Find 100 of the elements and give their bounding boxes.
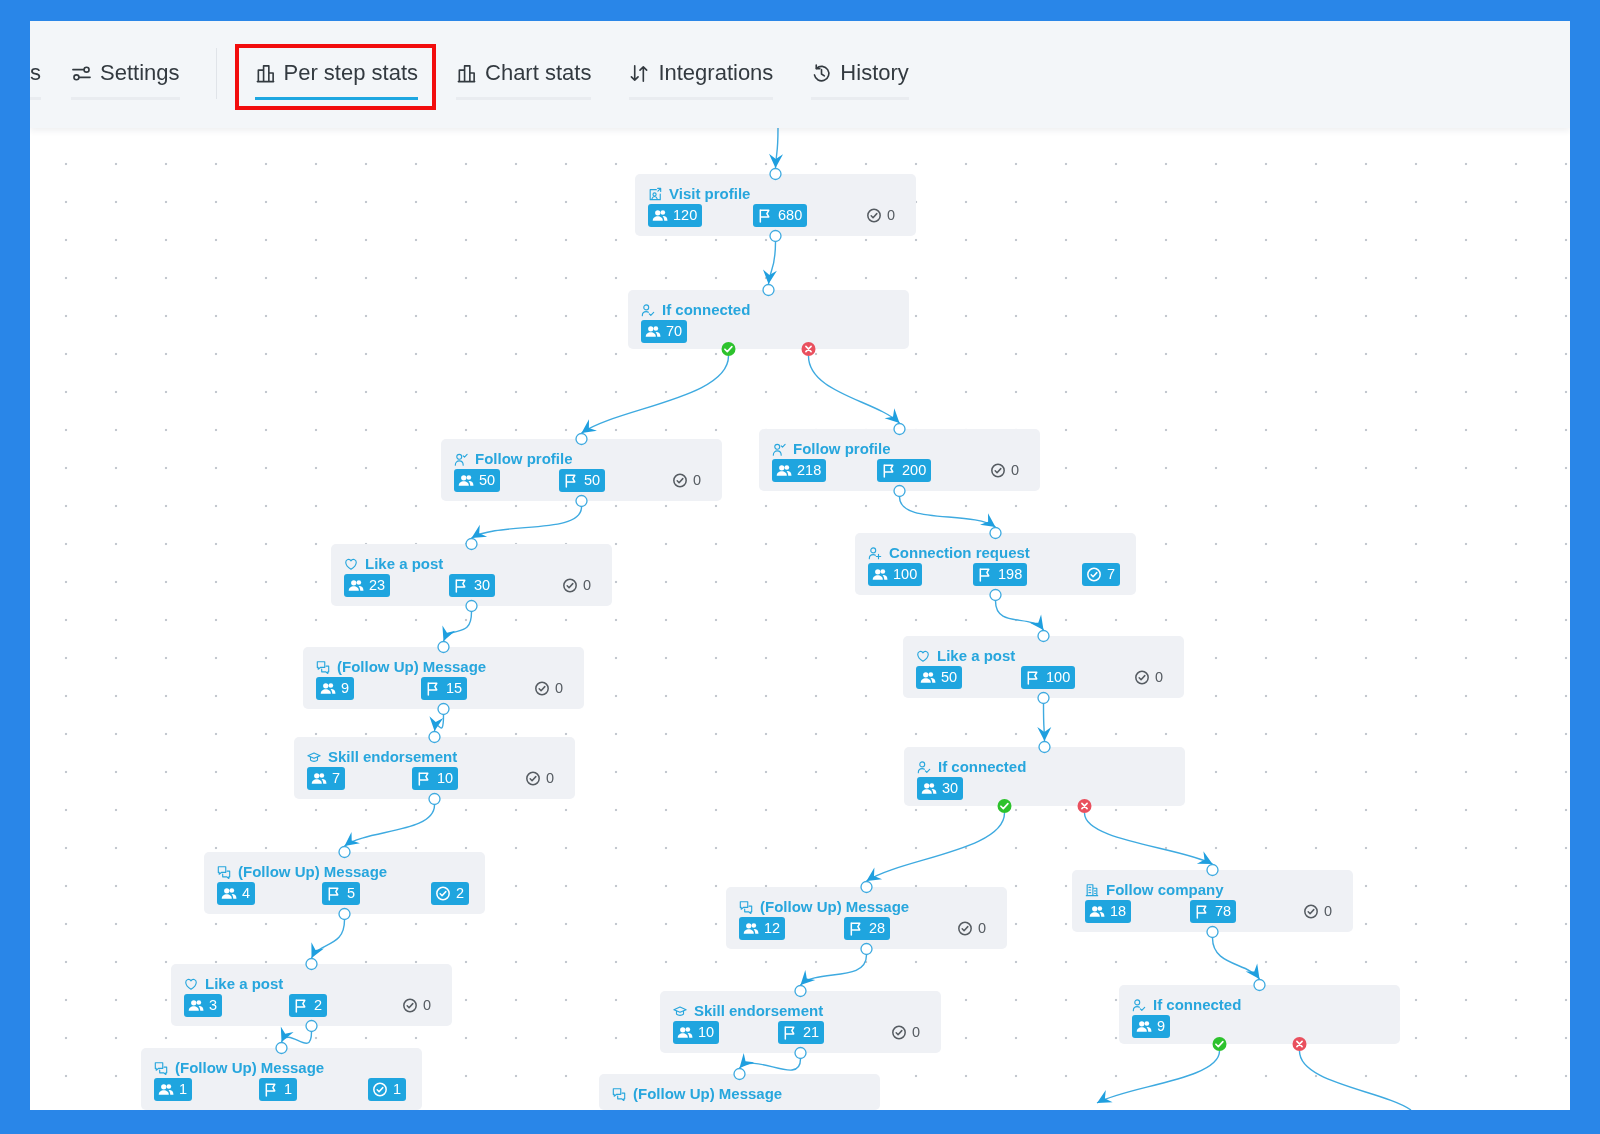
tab[interactable]: s bbox=[30, 60, 41, 100]
tab[interactable]: History bbox=[811, 60, 909, 100]
bar-chart-icon bbox=[456, 62, 477, 84]
port-handle[interactable] bbox=[860, 942, 873, 956]
tick-dot-icon[interactable] bbox=[997, 799, 1012, 813]
completed-count: 0 bbox=[1011, 461, 1020, 480]
contacts-count: 70 bbox=[666, 322, 683, 341]
people-icon bbox=[348, 578, 364, 593]
step-card[interactable]: (Follow Up) Message 12 28 0 bbox=[726, 887, 1007, 949]
port-handle[interactable] bbox=[762, 283, 775, 297]
step-card[interactable]: Follow profile 50 50 0 bbox=[441, 439, 722, 501]
port-handle[interactable] bbox=[860, 880, 873, 894]
flags-count: 1 bbox=[284, 1080, 293, 1099]
check-circle-icon bbox=[672, 473, 688, 488]
tick-dot-icon[interactable] bbox=[1212, 1037, 1227, 1051]
step-title: Like a post bbox=[365, 554, 444, 573]
port-handle[interactable] bbox=[769, 229, 782, 243]
step-title: If connected bbox=[1153, 995, 1242, 1014]
people-icon bbox=[652, 208, 668, 223]
step-title: (Follow Up) Message bbox=[238, 862, 388, 881]
port-handle[interactable] bbox=[1206, 863, 1219, 877]
port-handle[interactable] bbox=[893, 422, 906, 436]
step-card[interactable]: Like a post 3 2 0 bbox=[171, 964, 452, 1026]
port-handle[interactable] bbox=[769, 167, 782, 181]
port-handle[interactable] bbox=[437, 640, 450, 654]
person-check-icon bbox=[1132, 997, 1146, 1012]
people-icon bbox=[1136, 1019, 1152, 1034]
contacts-count: 10 bbox=[698, 1023, 715, 1042]
tab[interactable]: Per step stats bbox=[254, 60, 418, 100]
flags-count: 200 bbox=[902, 461, 927, 480]
people-icon bbox=[320, 681, 336, 696]
port-handle[interactable] bbox=[338, 907, 351, 921]
contacts-count: 9 bbox=[1157, 1017, 1166, 1036]
people-icon bbox=[920, 670, 936, 685]
port-handle[interactable] bbox=[305, 1019, 318, 1033]
connector-arrow bbox=[429, 714, 445, 732]
port-handle[interactable] bbox=[989, 526, 1002, 540]
step-card[interactable]: Follow profile 218 200 0 bbox=[759, 429, 1040, 491]
step-title: (Follow Up) Message bbox=[337, 657, 487, 676]
step-card[interactable]: Visit profile 120 680 0 bbox=[635, 174, 916, 236]
tick-dot-icon[interactable] bbox=[721, 342, 736, 356]
heart-icon bbox=[184, 976, 198, 991]
chat-bubbles-icon bbox=[217, 864, 231, 879]
port-handle[interactable] bbox=[428, 730, 441, 744]
step-title: If connected bbox=[938, 757, 1027, 776]
connector-arrow bbox=[763, 241, 777, 285]
port-handle[interactable] bbox=[733, 1067, 746, 1081]
check-circle-icon bbox=[435, 886, 451, 901]
step-card[interactable]: Skill endorsement 7 10 0 bbox=[294, 737, 575, 799]
check-circle-icon bbox=[990, 463, 1006, 478]
port-handle[interactable] bbox=[794, 1046, 807, 1060]
id-card-icon bbox=[648, 186, 662, 201]
port-handle[interactable] bbox=[465, 537, 478, 551]
contacts-count: 120 bbox=[673, 206, 698, 225]
connector-arrow bbox=[1211, 937, 1261, 980]
chat-bubbles-icon bbox=[316, 659, 330, 674]
completed-count: 2 bbox=[456, 884, 465, 903]
step-card[interactable]: Skill endorsement 10 21 0 bbox=[660, 991, 941, 1053]
port-handle[interactable] bbox=[575, 432, 588, 446]
step-card[interactable]: Like a post 50 100 0 bbox=[903, 636, 1184, 698]
port-handle[interactable] bbox=[1037, 629, 1050, 643]
cross-dot-icon[interactable] bbox=[801, 342, 816, 356]
step-title: If connected bbox=[662, 300, 751, 319]
step-card[interactable]: Like a post 23 30 0 bbox=[331, 544, 612, 606]
port-handle[interactable] bbox=[575, 494, 588, 508]
step-card[interactable]: Follow company 18 78 0 bbox=[1072, 870, 1353, 932]
tab[interactable]: Settings bbox=[71, 60, 180, 100]
port-handle[interactable] bbox=[1038, 740, 1051, 754]
people-icon bbox=[677, 1025, 693, 1040]
step-title: (Follow Up) Message bbox=[175, 1058, 325, 1077]
connector-arrow bbox=[442, 611, 473, 642]
tab[interactable]: Integrations bbox=[629, 60, 774, 100]
completed-count: 7 bbox=[1107, 565, 1116, 584]
step-title: Follow company bbox=[1106, 880, 1224, 899]
port-handle[interactable] bbox=[275, 1041, 288, 1055]
port-handle[interactable] bbox=[1037, 691, 1050, 705]
port-handle[interactable] bbox=[305, 957, 318, 971]
port-handle[interactable] bbox=[437, 702, 450, 716]
port-handle[interactable] bbox=[1253, 978, 1266, 992]
step-card[interactable]: (Follow Up) Message 9 15 0 bbox=[303, 647, 584, 709]
person-check-icon bbox=[641, 302, 655, 317]
port-handle[interactable] bbox=[794, 984, 807, 998]
port-handle[interactable] bbox=[465, 599, 478, 613]
port-handle[interactable] bbox=[989, 588, 1002, 602]
bar-chart-icon bbox=[254, 62, 276, 84]
cross-dot-icon[interactable] bbox=[1292, 1037, 1307, 1051]
connector-arrow bbox=[310, 919, 346, 959]
port-handle[interactable] bbox=[338, 845, 351, 859]
port-handle[interactable] bbox=[1206, 925, 1219, 939]
check-circle-icon bbox=[1086, 567, 1102, 582]
completed-count: 0 bbox=[1155, 668, 1164, 687]
people-icon bbox=[188, 998, 204, 1013]
cross-dot-icon[interactable] bbox=[1077, 799, 1092, 813]
people-icon bbox=[645, 324, 661, 339]
people-icon bbox=[743, 921, 759, 936]
tab[interactable]: Chart stats bbox=[456, 60, 592, 100]
contacts-count: 4 bbox=[242, 884, 251, 903]
port-handle[interactable] bbox=[893, 484, 906, 498]
port-handle[interactable] bbox=[428, 792, 441, 806]
people-icon bbox=[311, 771, 327, 786]
